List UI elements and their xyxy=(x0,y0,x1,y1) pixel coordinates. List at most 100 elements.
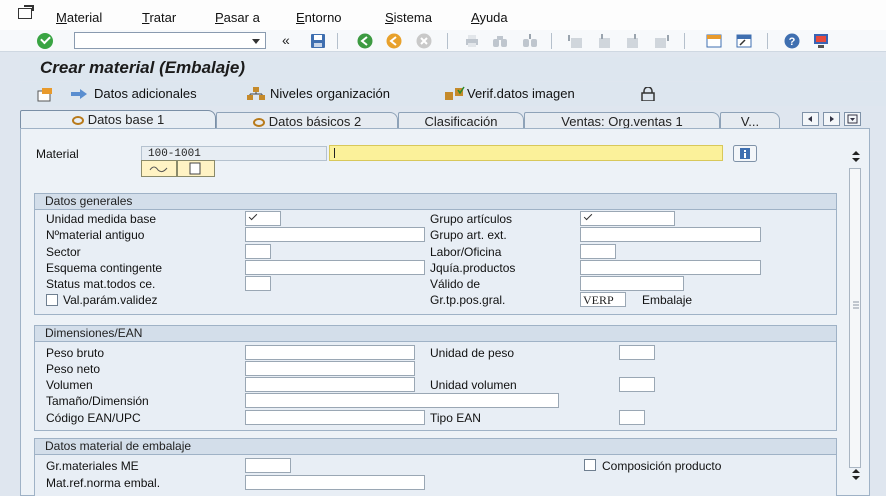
application-toolbar: Datos adicionales Niveles organización V… xyxy=(20,82,886,106)
exit-icon[interactable] xyxy=(386,33,402,49)
codigo-ean-upc-label: Código EAN/UPC xyxy=(46,411,141,425)
check-icon[interactable] xyxy=(37,33,53,49)
menu-ayuda[interactable]: Ayuda xyxy=(471,10,508,25)
first-page-icon[interactable] xyxy=(568,33,584,49)
esquema-contingente-input[interactable] xyxy=(245,260,425,275)
find-next-icon[interactable] xyxy=(522,33,538,49)
gr-tp-pos-gral-text: Embalaje xyxy=(642,293,693,307)
menu-tratar[interactable]: Tratar xyxy=(142,10,176,25)
lock-icon[interactable] xyxy=(640,87,656,101)
print-icon[interactable] xyxy=(464,33,480,49)
save-icon[interactable] xyxy=(310,33,326,49)
find-icon[interactable] xyxy=(492,33,508,49)
main-panel: Material 100-1001 Datos generales Unidad… xyxy=(20,128,870,496)
nmaterial-antiguo-input[interactable] xyxy=(245,227,425,242)
peso-bruto-input[interactable] xyxy=(245,345,415,360)
tab-label: Clasificación xyxy=(424,114,498,129)
menu-material[interactable]: Material xyxy=(56,10,102,25)
menu-sistema[interactable]: Sistema xyxy=(385,10,432,25)
group-header: Datos generales xyxy=(35,194,836,210)
back-icon[interactable] xyxy=(357,33,373,49)
esquema-contingente-label: Esquema contingente xyxy=(46,261,163,275)
jquia-productos-input[interactable] xyxy=(580,260,761,275)
verify-data-icon xyxy=(445,86,465,100)
unidad-medida-base-input[interactable] xyxy=(245,211,281,226)
tab-strip: Datos base 1 Datos básicos 2 Clasificaci… xyxy=(20,110,886,130)
new-session-icon[interactable] xyxy=(706,33,722,49)
text-cursor xyxy=(334,148,335,158)
toolbar-separator xyxy=(337,33,338,49)
nmaterial-antiguo-label: Nºmaterial antiguo xyxy=(46,228,145,242)
chevron-down-icon[interactable] xyxy=(252,39,260,44)
scroll-up-icon[interactable] xyxy=(850,150,862,164)
arrow-right-icon xyxy=(71,89,87,99)
datos-material-embalaje-group: Datos material de embalaje Gr.materiales… xyxy=(34,438,837,496)
codigo-ean-upc-input[interactable] xyxy=(245,410,425,425)
tab-datos-base-1[interactable]: Datos base 1 xyxy=(20,110,216,130)
datos-adicionales-button[interactable]: Datos adicionales xyxy=(94,86,197,101)
material-label: Material xyxy=(36,147,79,161)
tab-scroll-left-icon[interactable] xyxy=(802,112,819,126)
tab-label: Datos básicos 2 xyxy=(268,114,362,129)
valido-de-input[interactable] xyxy=(580,276,684,291)
page-title: Crear material (Embalaje) xyxy=(40,58,246,77)
vertical-scrollbar[interactable] xyxy=(848,150,864,496)
peso-neto-input[interactable] xyxy=(245,361,415,376)
scroll-down-icon[interactable] xyxy=(850,468,862,482)
toolbar-separator xyxy=(447,33,448,49)
tipo-ean-input[interactable] xyxy=(619,410,645,425)
labor-oficina-input[interactable] xyxy=(580,244,616,259)
labor-oficina-label: Labor/Oficina xyxy=(430,245,502,259)
val-param-validez-label: Val.parám.validez xyxy=(63,293,158,307)
status-mat-label: Status mat.todos ce. xyxy=(46,277,156,291)
info-icon[interactable] xyxy=(733,145,757,162)
unidad-medida-base-label: Unidad medida base xyxy=(46,212,157,226)
group-header: Dimensiones/EAN xyxy=(35,326,836,342)
prev-page-icon[interactable] xyxy=(596,33,612,49)
peso-bruto-label: Peso bruto xyxy=(46,346,105,360)
niveles-organizacion-button[interactable]: Niveles organización xyxy=(270,86,390,101)
toolbar-separator xyxy=(551,33,552,49)
unidad-volumen-label: Unidad volumen xyxy=(430,378,517,392)
val-param-validez-checkbox[interactable] xyxy=(46,294,58,306)
tab-list-icon[interactable] xyxy=(844,112,861,126)
long-text-icon[interactable] xyxy=(141,160,177,177)
menu-bar: Material Tratar Pasar a Entorno Sistema … xyxy=(0,0,886,30)
grupo-art-ext-label: Grupo art. ext. xyxy=(430,228,507,242)
help-icon[interactable]: ? xyxy=(784,33,800,49)
scroll-thumb[interactable] xyxy=(849,168,861,468)
shortcut-icon[interactable] xyxy=(736,33,752,49)
menu-pasar-a[interactable]: Pasar a xyxy=(215,10,260,25)
volumen-input[interactable] xyxy=(245,377,415,392)
unidad-de-peso-label: Unidad de peso xyxy=(430,346,515,360)
unidad-de-peso-input[interactable] xyxy=(619,345,655,360)
dimensiones-ean-group: Dimensiones/EAN Peso bruto Peso neto Vol… xyxy=(34,325,837,431)
gr-materiales-me-input[interactable] xyxy=(245,458,291,473)
tab-label: Ventas: Org.ventas 1 xyxy=(561,114,683,129)
menu-entorno[interactable]: Entorno xyxy=(296,10,342,25)
other-material-icon[interactable] xyxy=(36,87,54,102)
grupo-art-ext-input[interactable] xyxy=(580,227,761,242)
app-menu-icon[interactable] xyxy=(18,5,34,19)
customize-icon[interactable] xyxy=(813,33,829,49)
last-page-icon[interactable] xyxy=(653,33,669,49)
gr-tp-pos-gral-input[interactable]: VERP xyxy=(580,292,626,307)
next-page-icon[interactable] xyxy=(625,33,641,49)
verif-datos-imagen-button[interactable]: Verif.datos imagen xyxy=(467,86,575,101)
composicion-producto-checkbox[interactable] xyxy=(584,459,596,471)
volumen-label: Volumen xyxy=(46,378,93,392)
toolbar-separator xyxy=(684,33,685,49)
collapse-icon[interactable]: « xyxy=(282,32,290,48)
material-description-input[interactable] xyxy=(329,145,723,161)
tab-scroll-right-icon[interactable] xyxy=(823,112,840,126)
eye-icon xyxy=(71,116,84,125)
tamano-dimension-input[interactable] xyxy=(245,393,559,408)
command-field[interactable] xyxy=(74,32,266,49)
cancel-icon[interactable] xyxy=(416,33,432,49)
document-icon[interactable] xyxy=(177,160,215,177)
sector-input[interactable] xyxy=(245,244,271,259)
unidad-volumen-input[interactable] xyxy=(619,377,655,392)
status-mat-input[interactable] xyxy=(245,276,271,291)
grupo-articulos-input[interactable] xyxy=(580,211,675,226)
mat-ref-norma-embal-input[interactable] xyxy=(245,475,425,490)
